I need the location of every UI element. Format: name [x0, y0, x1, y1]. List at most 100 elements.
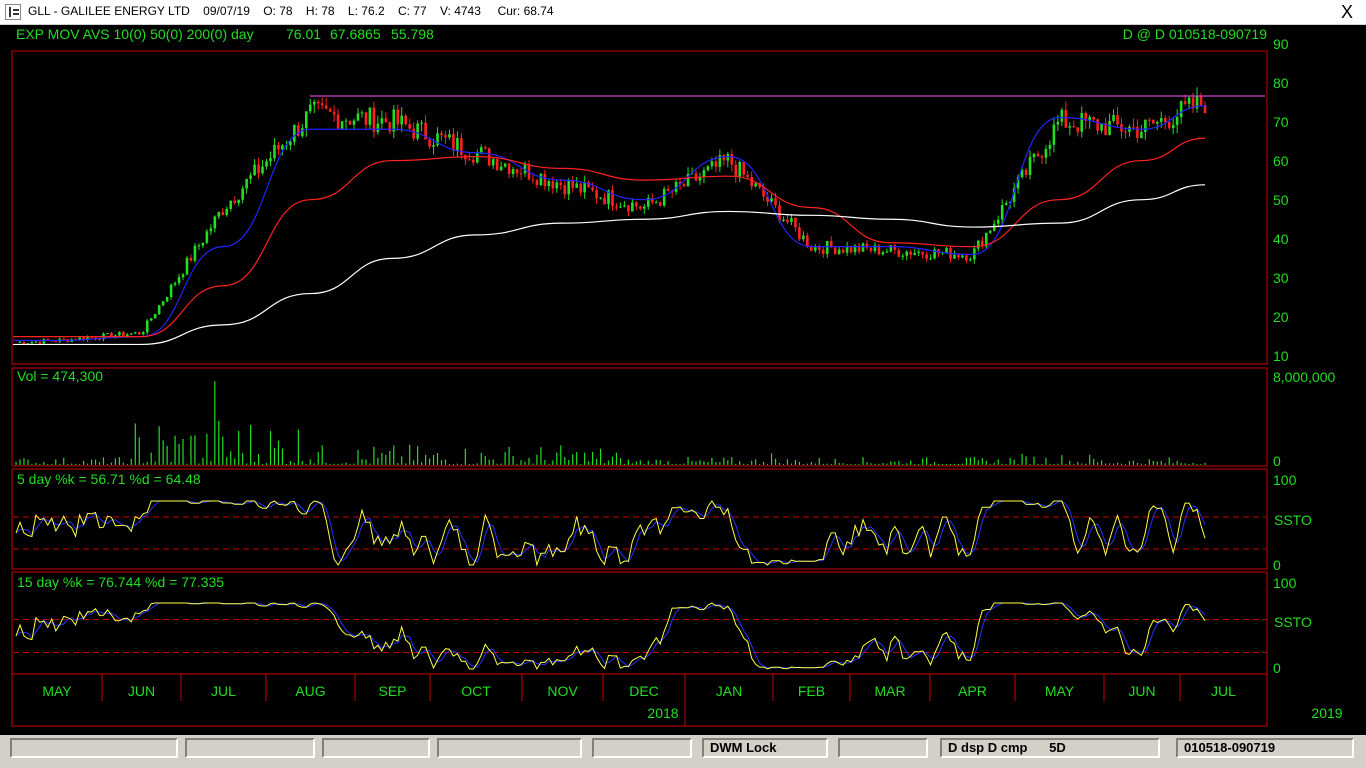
status-field-7: [838, 738, 928, 758]
candle-body: [118, 331, 121, 336]
candle-body: [798, 227, 801, 240]
candle-body: [348, 120, 352, 125]
candle-body: [253, 164, 256, 176]
candle-body: [1136, 126, 1139, 139]
month-label: OCT: [461, 683, 491, 699]
candle-body: [1187, 97, 1191, 104]
candle-body: [567, 180, 571, 195]
candle-body: [165, 297, 169, 302]
month-label: JUN: [1128, 683, 1155, 699]
candle-body: [491, 159, 495, 166]
status-field-4: [437, 738, 582, 758]
candle-body: [336, 114, 340, 129]
candle-body: [384, 118, 388, 123]
candle-body: [1024, 169, 1028, 176]
display-compare-field[interactable]: D dsp D cmp 5D: [940, 738, 1160, 758]
candle-body: [440, 133, 443, 136]
candle-body: [1068, 126, 1072, 128]
chart-svg[interactable]: EXP MOV AVS 10(0) 50(0) 200(0) day 76.01…: [0, 25, 1366, 735]
candle-body: [209, 228, 213, 232]
candle-body: [448, 134, 451, 138]
price-tick: 90: [1273, 36, 1289, 52]
candle-body: [297, 125, 300, 136]
window-title: GLL - GALILEE ENERGY LTD 09/07/19 O: 78 …: [28, 4, 554, 18]
ssto-label-5: SSTO: [1274, 512, 1312, 528]
candle-body: [579, 183, 582, 193]
candle-body: [507, 163, 511, 175]
dwm-lock-field[interactable]: DWM Lock: [702, 738, 828, 758]
candle-body: [722, 155, 726, 161]
candle-body: [1183, 101, 1187, 104]
candle-body: [356, 113, 360, 121]
month-label: JUN: [128, 683, 155, 699]
candle-body: [157, 305, 161, 315]
candle-body: [316, 101, 320, 104]
date-range-field[interactable]: 010518-090719: [1176, 738, 1354, 758]
candle-body: [18, 341, 22, 343]
volume-label: Vol = 474,300: [17, 368, 103, 384]
status-field-1: [10, 738, 178, 758]
candle-body: [754, 183, 757, 187]
month-label: MAR: [874, 683, 905, 699]
candle-body: [730, 154, 734, 165]
candle-body: [961, 255, 964, 258]
candle-body: [865, 243, 869, 249]
candle-body: [1112, 115, 1115, 121]
candle-body: [1148, 119, 1151, 121]
stoch15-label: 15 day %k = 76.744 %d = 77.335: [17, 574, 224, 590]
candle-body: [404, 115, 408, 125]
month-label: FEB: [798, 683, 825, 699]
candle-body: [519, 173, 523, 175]
close-button[interactable]: X: [1336, 2, 1358, 22]
candle-body: [289, 141, 292, 146]
candle-body: [861, 243, 865, 252]
candle-body: [738, 161, 742, 177]
candle-body: [141, 332, 145, 335]
candle-body: [153, 314, 157, 319]
status-field-2: [185, 738, 315, 758]
candle-body: [265, 161, 268, 167]
candle-body: [821, 249, 825, 254]
candle-body: [161, 301, 165, 306]
chart-area[interactable]: EXP MOV AVS 10(0) 50(0) 200(0) day 76.01…: [0, 25, 1366, 735]
price-tick: 40: [1273, 231, 1289, 247]
candle-body: [197, 245, 201, 247]
candle-body: [149, 318, 153, 321]
candle-body: [229, 200, 233, 209]
candle-body: [360, 112, 364, 114]
candle-body: [1175, 117, 1179, 125]
stoch15-k-line: [15, 602, 1206, 671]
candle-body: [810, 247, 813, 251]
candle-body: [503, 163, 507, 167]
candle-body: [483, 147, 487, 149]
volume-tick: 8,000,000: [1273, 369, 1335, 385]
candle-body: [225, 208, 229, 215]
candle-body: [408, 124, 411, 129]
candle-body: [965, 255, 968, 261]
candle-body: [806, 235, 809, 248]
candle-body: [460, 138, 463, 155]
month-label: APR: [958, 683, 987, 699]
candle-body: [62, 338, 66, 340]
candle-body: [38, 341, 42, 344]
price-tick: 20: [1273, 309, 1289, 325]
candle-body: [1076, 127, 1080, 132]
candle-body: [257, 164, 260, 174]
month-label: JAN: [716, 683, 742, 699]
candle-body: [666, 188, 670, 192]
candle-body: [515, 169, 519, 174]
candle-body: [627, 205, 630, 212]
candle-body: [237, 199, 240, 204]
month-label: AUG: [295, 683, 325, 699]
candle-body: [977, 240, 980, 249]
candle-body: [583, 182, 586, 193]
month-label: JUL: [1211, 683, 1236, 699]
candle-body: [1144, 119, 1147, 132]
candle-body: [479, 147, 483, 153]
candle-body: [185, 257, 189, 275]
candle-body: [1167, 122, 1171, 129]
stoch15-d-line: [15, 602, 1206, 669]
candle-body: [531, 179, 535, 181]
candle-body: [611, 190, 614, 207]
candle-body: [742, 161, 746, 175]
